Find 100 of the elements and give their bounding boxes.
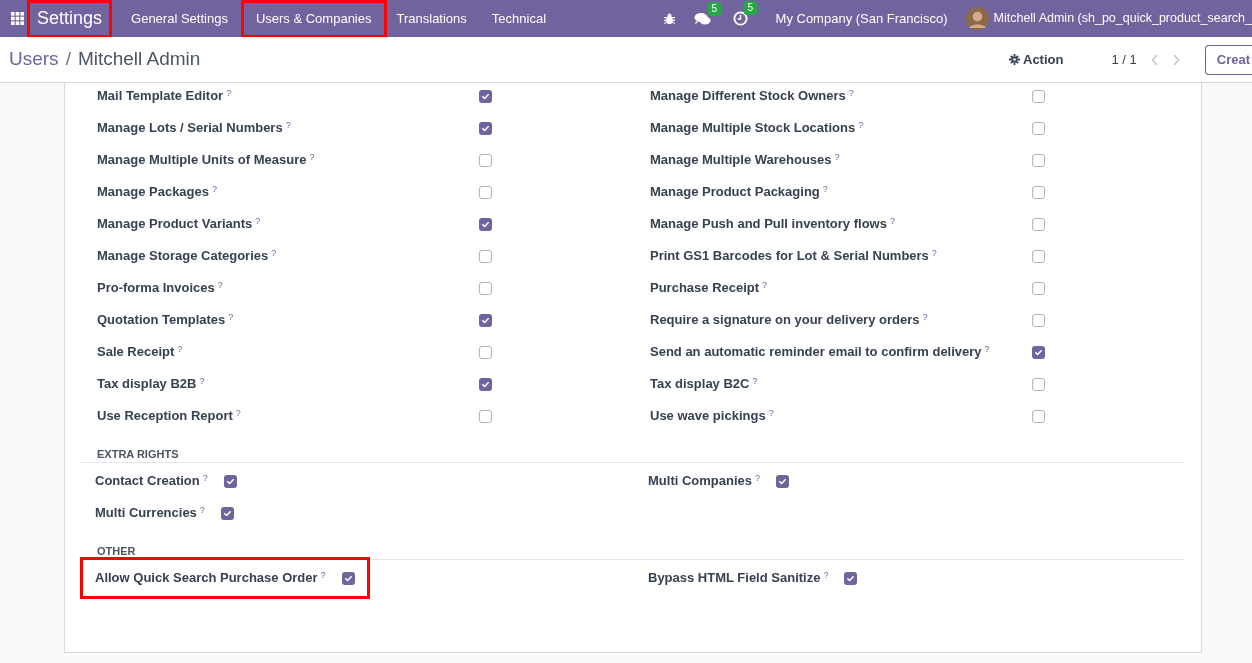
create-button[interactable]: Creat [1204,44,1252,75]
field-label: Manage Different Stock Owners [650,87,846,105]
checkbox[interactable] [479,249,492,263]
help-mark[interactable]: ? [823,570,829,580]
pager-value[interactable]: 1 / 1 [1111,49,1137,70]
checkbox[interactable] [479,281,492,295]
checkbox[interactable] [479,89,492,103]
checkbox[interactable] [1032,217,1045,231]
breadcrumb-separator: / [65,47,71,72]
checkbox[interactable] [1032,249,1045,263]
checkmark-icon [481,379,490,389]
checkbox[interactable] [844,571,858,585]
checkbox[interactable] [1032,409,1045,423]
avatar[interactable] [965,7,989,30]
help-mark[interactable]: ? [984,344,990,354]
checkbox[interactable] [479,185,492,199]
field-label: Manage Multiple Units of Measure [97,151,307,169]
checkbox[interactable] [479,121,492,135]
help-mark[interactable]: ? [235,408,241,418]
section-heading: EXTRA RIGHTS [97,448,179,460]
checkbox[interactable] [341,571,355,585]
field-label: Purchase Receipt [650,279,760,297]
app-name[interactable]: Settings [30,2,110,35]
field-label: Mail Template Editor [97,87,224,105]
help-mark[interactable]: ? [255,216,261,226]
field-label: Quotation Templates [97,311,226,329]
checkbox[interactable] [479,409,492,423]
field-label: Manage Push and Pull inventory flows [650,215,887,233]
menu-item[interactable]: General Settings [119,2,240,35]
field-label: Send an automatic reminder email to confirm delivery [650,343,982,361]
help-mark[interactable]: ? [931,248,937,258]
help-mark[interactable]: ? [320,570,326,580]
section-heading: OTHER [97,545,136,557]
field-label: Tax display B2C [650,375,750,393]
checkmark-icon [846,573,856,583]
gear-icon [1009,54,1020,65]
checkbox[interactable] [479,313,492,327]
checkbox[interactable] [1032,185,1045,199]
checkmark-icon [481,219,490,229]
apps-grid-icon[interactable] [11,12,24,25]
help-mark[interactable]: ? [217,280,223,290]
checkbox[interactable] [1032,153,1045,167]
help-mark[interactable]: ? [285,120,291,130]
field-label: Manage Product Variants [97,215,253,233]
help-mark[interactable]: ? [226,88,232,98]
help-mark[interactable]: ? [848,88,854,98]
help-mark[interactable]: ? [199,505,205,515]
help-mark[interactable]: ? [228,312,234,322]
help-mark[interactable]: ? [762,280,768,290]
company-switcher[interactable]: My Company (San Francisco) [775,8,948,29]
checkbox[interactable] [776,474,790,488]
checkbox[interactable] [479,217,492,231]
activity-count-badge: 5 [743,1,758,15]
checkmark-icon [222,508,232,518]
help-mark[interactable]: ? [834,152,840,162]
help-mark[interactable]: ? [822,184,828,194]
breadcrumb-link[interactable]: Users [9,45,59,74]
previous-icon[interactable] [1150,53,1159,66]
field-label: Contact Creation [95,472,200,490]
clock-icon[interactable] [732,11,748,26]
checkbox[interactable] [1032,281,1045,295]
menu-item[interactable]: Technical [479,2,559,35]
checkbox[interactable] [1032,121,1045,135]
help-mark[interactable]: ? [755,473,761,483]
bug-icon[interactable] [662,12,676,25]
help-mark[interactable]: ? [309,152,315,162]
checkbox[interactable] [220,506,234,520]
help-mark[interactable]: ? [922,312,928,322]
action-button[interactable]: Action [1009,49,1064,70]
checkbox[interactable] [479,377,492,391]
field-label: Manage Lots / Serial Numbers [97,119,283,137]
help-mark[interactable]: ? [202,473,208,483]
checkbox[interactable] [223,474,237,488]
help-mark[interactable]: ? [889,216,895,226]
help-mark[interactable]: ? [752,376,758,386]
help-mark[interactable]: ? [199,376,205,386]
checkmark-icon [481,315,490,325]
checkbox[interactable] [1032,377,1045,391]
user-menu[interactable]: Mitchell Admin (sh_po_quick_product_search_ [993,9,1252,28]
chat-icon[interactable] [693,11,711,26]
help-mark[interactable]: ? [212,184,218,194]
help-mark[interactable]: ? [177,344,183,354]
field-label: Manage Multiple Warehouses [650,151,832,169]
help-mark[interactable]: ? [271,248,277,258]
help-mark[interactable]: ? [768,408,774,418]
next-icon[interactable] [1171,53,1180,66]
checkbox[interactable] [1032,345,1045,359]
message-count-badge: 5 [707,1,722,16]
field-label: Print GS1 Barcodes for Lot & Serial Numbers [650,247,929,265]
checkbox[interactable] [479,153,492,167]
field-label: Use wave pickings [650,407,766,425]
checkbox[interactable] [1032,313,1045,327]
field-label: Tax display B2B [97,375,197,393]
checkmark-icon [778,476,788,486]
checkbox[interactable] [1032,89,1045,103]
menu-item[interactable]: Translations [384,2,479,35]
checkbox[interactable] [479,345,492,359]
field-label: Bypass HTML Field Sanitize [648,569,821,587]
menu-item[interactable]: Users & Companies [243,2,384,35]
help-mark[interactable]: ? [858,120,864,130]
